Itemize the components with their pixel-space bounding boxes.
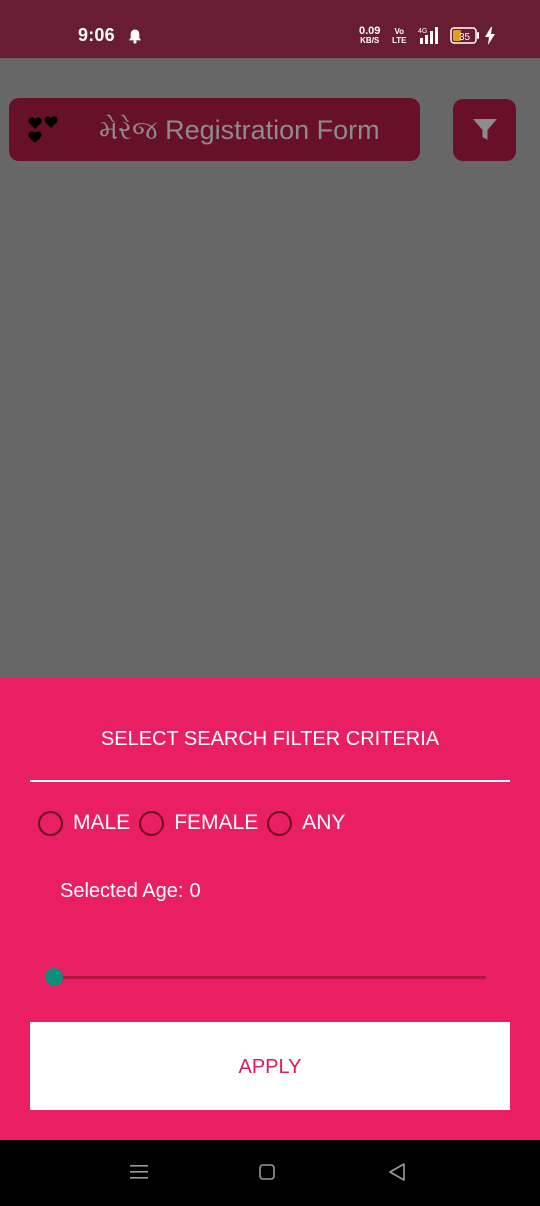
radio-circle[interactable] xyxy=(139,810,165,836)
age-slider-thumb[interactable] xyxy=(45,968,63,986)
age-slider-track[interactable] xyxy=(54,976,486,979)
bell-icon xyxy=(129,29,141,44)
divider xyxy=(30,780,510,782)
battery-icon: 35 xyxy=(450,27,479,44)
network-speed: 0.09 KB/S xyxy=(359,25,381,46)
status-time: 9:06 xyxy=(78,25,115,45)
apply-button[interactable]: APPLY xyxy=(30,1022,510,1110)
menu-icon[interactable] xyxy=(130,1163,148,1181)
radio-label: MALE xyxy=(73,811,131,834)
gender-radio-group: MALE FEMALE ANY xyxy=(38,808,354,838)
sheet-title: SELECT SEARCH FILTER CRITERIA xyxy=(100,728,440,750)
radio-label: ANY xyxy=(302,811,346,834)
charging-icon xyxy=(485,27,495,45)
back-icon[interactable] xyxy=(388,1162,406,1182)
radio-any[interactable]: ANY xyxy=(267,810,346,836)
age-label-text: Selected Age: xyxy=(60,880,184,902)
app-header[interactable]: મેરેજ Registration Form xyxy=(9,98,420,161)
radio-female[interactable]: FEMALE xyxy=(139,810,259,836)
status-bar: 9:06 0.09 KB/S Vo LTE 4G 35 xyxy=(0,0,540,58)
volte-indicator: Vo LTE xyxy=(392,27,407,45)
filter-button[interactable] xyxy=(453,99,516,161)
selected-age-label: Selected Age: 0 xyxy=(60,880,201,903)
home-icon[interactable] xyxy=(259,1164,275,1180)
hearts-icon xyxy=(28,116,58,143)
radio-label: FEMALE xyxy=(174,811,259,834)
filter-icon xyxy=(473,119,497,140)
navigation-bar xyxy=(0,1140,540,1206)
radio-male[interactable]: MALE xyxy=(38,810,131,836)
battery-level: 35 xyxy=(459,32,471,43)
radio-circle[interactable] xyxy=(267,810,293,836)
filter-bottom-sheet: SELECT SEARCH FILTER CRITERIA MALE FEMAL… xyxy=(0,678,540,1140)
age-value: 0 xyxy=(189,880,201,902)
signal-icon: 4G xyxy=(418,27,438,44)
app-title: મેરેજ Registration Form xyxy=(99,115,380,145)
radio-circle[interactable] xyxy=(38,810,63,836)
network-type: 4G xyxy=(418,28,427,35)
